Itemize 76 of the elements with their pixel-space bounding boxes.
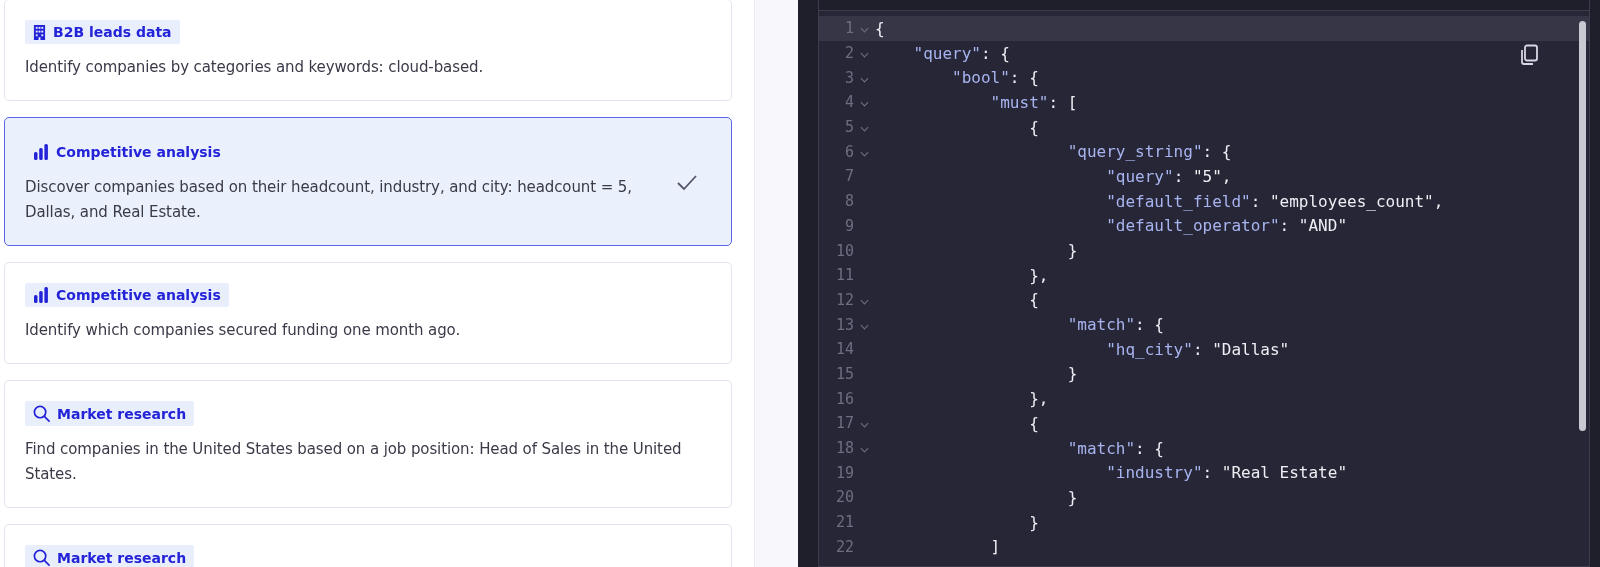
- search-icon: [33, 549, 50, 566]
- code-line: }: [1066, 364, 1078, 384]
- code-line: "default_field": "employees_count",: [1105, 191, 1444, 211]
- fold-chevron-icon[interactable]: [859, 27, 869, 34]
- line-number: 3: [844, 68, 854, 87]
- fold-chevron-icon[interactable]: [859, 298, 869, 305]
- code-line: {: [1028, 413, 1039, 433]
- copy-icon[interactable]: [1519, 44, 1539, 66]
- line-number: 14: [835, 340, 854, 359]
- fold-chevron-icon[interactable]: [859, 52, 869, 59]
- card-description: Find companies in the United States based on a job position: Head of Sales in the United States.: [25, 439, 683, 485]
- fold-chevron-icon[interactable]: [859, 447, 869, 454]
- scrollbar-thumb[interactable]: [1579, 21, 1586, 431]
- fold-chevron-icon[interactable]: [859, 422, 869, 429]
- line-number: 21: [835, 513, 854, 532]
- code-line: }: [1066, 241, 1078, 261]
- line-number: 17: [835, 414, 854, 433]
- line-number: 8: [844, 192, 854, 211]
- category-tag: Competitive analysis: [25, 283, 229, 307]
- line-number: 2: [844, 44, 854, 63]
- option-card[interactable]: Market research: [4, 524, 732, 567]
- line-number: 12: [835, 290, 854, 309]
- option-card[interactable]: B2B leads data Identify companies by categories and keywords: cloud-based.: [4, 0, 732, 101]
- category-tag: Market research: [25, 545, 195, 567]
- code-line: },: [1028, 389, 1049, 409]
- line-number: 4: [844, 93, 854, 112]
- code-line: "match": {: [1066, 438, 1164, 458]
- line-number: 10: [835, 241, 854, 260]
- line-number: 16: [835, 389, 854, 408]
- category-tag: B2B leads data: [25, 20, 180, 44]
- option-card[interactable]: Competitive analysis Discover companies based on their headcount, industry, and city: headcount = 5, Dallas, and Real Estate.: [4, 117, 732, 246]
- code-line: {: [1028, 290, 1039, 310]
- card-description: Discover companies based on their headcount, industry, and city: headcount = 5, Dallas, and Real Estate.: [25, 177, 633, 223]
- code-line: "hq_city": "Dallas": [1105, 339, 1290, 359]
- line-number: 22: [835, 537, 854, 556]
- code-line: ]: [989, 537, 1001, 557]
- line-number: 1: [844, 19, 854, 38]
- line-number: 13: [835, 315, 854, 334]
- code-line: }: [1066, 487, 1078, 507]
- code-line: "bool": {: [951, 68, 1039, 88]
- category-tag: Competitive analysis: [25, 140, 229, 164]
- code-line: {: [1028, 117, 1039, 137]
- line-number: 11: [835, 266, 854, 285]
- line-number: 7: [844, 167, 854, 186]
- line-number: 20: [835, 488, 854, 507]
- building-icon: [33, 24, 46, 40]
- fold-chevron-icon[interactable]: [859, 101, 869, 108]
- line-number: 6: [844, 142, 854, 161]
- code-line: "query_string": {: [1066, 142, 1232, 162]
- code-line: },: [1028, 265, 1049, 285]
- card-description: Identify which companies secured funding one month ago.: [25, 320, 461, 341]
- code-line: {: [875, 18, 885, 38]
- code-line: "query": {: [912, 43, 1010, 63]
- search-icon: [33, 405, 50, 422]
- fold-chevron-icon[interactable]: [859, 150, 869, 157]
- fold-chevron-icon[interactable]: [859, 76, 869, 83]
- line-number: 15: [835, 364, 854, 383]
- line-number: 5: [844, 118, 854, 137]
- card-description: Identify companies by categories and keywords: cloud-based.: [25, 57, 484, 78]
- code-line: "match": {: [1066, 315, 1164, 335]
- code-line: }: [1028, 512, 1039, 532]
- line-number: 19: [835, 463, 854, 482]
- code-line: "industry": "Real Estate": [1105, 463, 1347, 483]
- line-number: 9: [844, 216, 854, 235]
- bar-chart-icon: [33, 144, 49, 160]
- category-tag: Market research: [25, 401, 195, 426]
- bar-chart-icon: [33, 287, 49, 303]
- code-line: "must": [: [989, 92, 1078, 112]
- code-line: "default_operator": "AND": [1105, 216, 1347, 236]
- line-number: 18: [835, 439, 854, 458]
- option-card[interactable]: Market research Find companies in the United States based on a job position: Head of Sales in the United States.: [4, 380, 732, 508]
- code-line: "query": "5",: [1105, 166, 1232, 186]
- option-card[interactable]: Competitive analysis Identify which companies secured funding one month ago.: [4, 262, 732, 364]
- fold-chevron-icon[interactable]: [859, 126, 869, 133]
- fold-chevron-icon[interactable]: [859, 323, 869, 330]
- checkmark-icon: [677, 174, 697, 191]
